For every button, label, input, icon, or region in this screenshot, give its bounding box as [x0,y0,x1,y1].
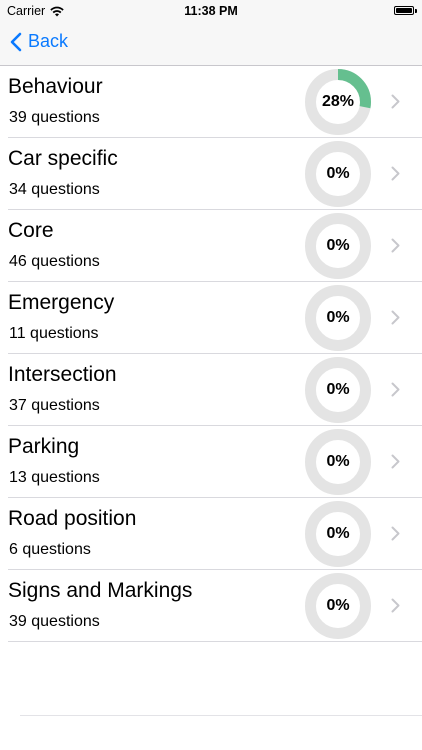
question-count: 11 questions [9,325,99,342]
progress-percent: 0% [326,237,350,254]
progress-percent: 0% [326,165,350,182]
chevron-right-icon [391,454,400,469]
category-row-intersection[interactable]: Intersection 37 questions 0% [0,354,422,426]
progress-percent: 0% [326,525,350,542]
chevron-left-icon [10,32,22,51]
chevron-right-icon [391,382,400,397]
question-count: 46 questions [9,253,100,270]
navigation-bar: Back [0,22,422,66]
chevron-right-icon [391,598,400,613]
category-title: Car specific [8,147,118,170]
chevron-right-icon [391,310,400,325]
category-row-signs-and-markings[interactable]: Signs and Markings 39 questions 0% [0,570,422,642]
question-count: 6 questions [9,541,91,558]
question-count: 34 questions [9,181,100,198]
progress-percent: 0% [326,453,350,470]
category-row-parking[interactable]: Parking 13 questions 0% [0,426,422,498]
table-footer-divider [20,715,422,716]
category-row-core[interactable]: Core 46 questions 0% [0,210,422,282]
question-count: 37 questions [9,397,100,414]
progress-percent: 28% [321,93,355,110]
category-title: Signs and Markings [8,579,193,602]
progress-percent: 0% [326,381,350,398]
back-button[interactable]: Back [10,31,68,52]
question-count: 39 questions [9,109,100,126]
category-title: Parking [8,435,80,458]
category-title: Core [8,219,54,242]
progress-percent: 0% [326,597,350,614]
chevron-right-icon [391,238,400,253]
chevron-right-icon [391,166,400,181]
category-list: Behaviour 39 questions 28% Car specific … [0,66,422,642]
chevron-right-icon [391,94,400,109]
battery-icon [394,6,417,15]
chevron-right-icon [391,526,400,541]
category-title: Road position [8,507,137,530]
category-title: Emergency [8,291,115,314]
category-row-road-position[interactable]: Road position 6 questions 0% [0,498,422,570]
question-count: 13 questions [9,469,100,486]
category-row-car-specific[interactable]: Car specific 34 questions 0% [0,138,422,210]
progress-percent: 0% [326,309,350,326]
status-bar: Carrier 11:38 PM [0,0,422,22]
back-label: Back [28,31,69,51]
question-count: 39 questions [9,613,100,630]
category-row-behaviour[interactable]: Behaviour 39 questions 28% [0,66,422,138]
category-title: Behaviour [8,75,103,98]
category-title: Intersection [8,363,117,386]
category-row-emergency[interactable]: Emergency 11 questions 0% [0,282,422,354]
status-time: 11:38 PM [184,4,238,18]
